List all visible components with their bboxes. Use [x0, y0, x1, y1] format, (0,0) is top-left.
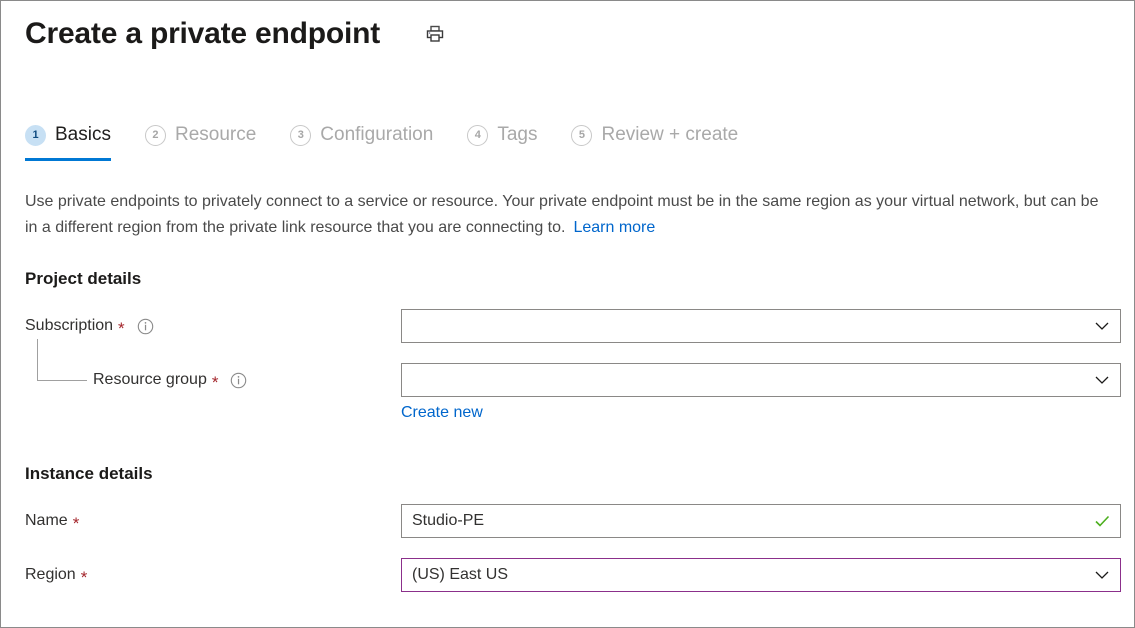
printer-icon-glyph [425, 24, 445, 44]
chevron-down-icon [1092, 370, 1112, 390]
subscription-label: Subscription [25, 309, 113, 343]
tab-resource[interactable]: 2 Resource [145, 115, 256, 155]
region-value: (US) East US [412, 565, 508, 585]
name-input[interactable]: Studio-PE [401, 504, 1121, 538]
resource-group-dropdown[interactable] [401, 363, 1121, 397]
tab-configuration[interactable]: 3 Configuration [290, 115, 433, 155]
create-new-resource-group-link[interactable]: Create new [401, 404, 483, 422]
tab-basics[interactable]: 1 Basics [25, 115, 111, 155]
tab-basics-number: 1 [25, 125, 46, 146]
name-field-wrap: Studio-PE [401, 504, 1121, 538]
resource-group-label: Resource group [93, 363, 207, 397]
chevron-down-icon-glyph [1092, 565, 1112, 585]
page-header: Create a private endpoint [1, 1, 1134, 57]
project-details-heading: Project details [25, 269, 1134, 289]
intro-paragraph: Use private endpoints to privately conne… [25, 189, 1103, 241]
resource-group-row: Resource group * Create new [1, 363, 1134, 422]
subscription-row: Subscription * [1, 309, 1134, 343]
subscription-field-wrap [401, 309, 1121, 343]
name-value: Studio-PE [412, 511, 484, 531]
region-label-group: Region * [25, 558, 401, 592]
tab-basics-label: Basics [55, 123, 111, 147]
region-required-marker: * [81, 569, 88, 586]
tab-tags[interactable]: 4 Tags [467, 115, 537, 155]
info-icon-glyph [230, 372, 247, 389]
tab-configuration-number: 3 [290, 125, 311, 146]
learn-more-link[interactable]: Learn more [573, 219, 655, 236]
chevron-down-icon [1092, 316, 1112, 336]
tab-resource-number: 2 [145, 125, 166, 146]
subscription-label-group: Subscription * [25, 309, 401, 343]
name-label-group: Name * [25, 504, 401, 538]
tab-tags-label: Tags [497, 123, 537, 147]
chevron-down-icon-glyph [1092, 316, 1112, 336]
region-row: Region * (US) East US [1, 558, 1134, 592]
printer-icon[interactable] [422, 21, 448, 47]
info-icon[interactable] [137, 318, 154, 335]
resource-group-required-marker: * [212, 374, 219, 391]
name-label: Name [25, 504, 68, 538]
checkmark-icon [1092, 511, 1112, 531]
instance-details-heading: Instance details [25, 464, 1134, 484]
page-title: Create a private endpoint [25, 15, 380, 53]
checkmark-icon-glyph [1092, 511, 1112, 531]
info-icon[interactable] [230, 372, 247, 389]
tab-review-create[interactable]: 5 Review + create [571, 115, 738, 155]
chevron-down-icon [1092, 565, 1112, 585]
tab-resource-label: Resource [175, 123, 256, 147]
intro-text: Use private endpoints to privately conne… [25, 193, 1098, 236]
tab-tags-number: 4 [467, 125, 488, 146]
create-private-endpoint-page: Create a private endpoint 1 Basics 2 Res… [0, 0, 1135, 628]
tab-review-create-label: Review + create [601, 123, 738, 147]
name-row: Name * Studio-PE [1, 504, 1134, 538]
region-dropdown[interactable]: (US) East US [401, 558, 1121, 592]
resource-group-label-group: Resource group * [25, 363, 401, 397]
wizard-tabs: 1 Basics 2 Resource 3 Configuration 4 Ta… [1, 115, 1134, 159]
resource-group-field-wrap: Create new [401, 363, 1121, 422]
name-required-marker: * [73, 515, 80, 532]
region-field-wrap: (US) East US [401, 558, 1121, 592]
subscription-required-marker: * [118, 320, 125, 337]
region-label: Region [25, 558, 76, 592]
info-icon-glyph [137, 318, 154, 335]
tab-configuration-label: Configuration [320, 123, 433, 147]
chevron-down-icon-glyph [1092, 370, 1112, 390]
tab-review-create-number: 5 [571, 125, 592, 146]
subscription-dropdown[interactable] [401, 309, 1121, 343]
